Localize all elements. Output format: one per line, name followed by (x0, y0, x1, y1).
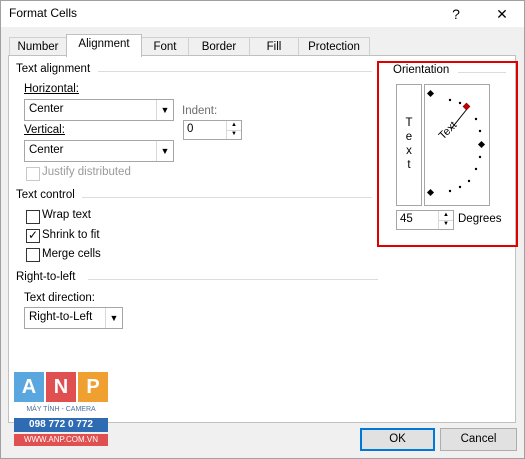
text-direction-value: Right-to-Left (29, 311, 93, 323)
orientation-heading: Orientation (393, 64, 450, 76)
checkmark-icon: ✓ (28, 228, 39, 242)
shrink-to-fit-checkbox[interactable]: ✓ (26, 228, 40, 243)
divider (82, 197, 372, 198)
tab-alignment[interactable]: Alignment (66, 34, 142, 57)
window-title: Format Cells (9, 6, 78, 20)
vertical-select[interactable]: Center ▼ (24, 140, 174, 162)
tab-protection[interactable]: Protection (298, 37, 370, 57)
dial-tick (458, 185, 462, 189)
chevron-down-icon: ▼ (105, 308, 122, 328)
text-alignment-heading: Text alignment (16, 63, 91, 75)
text-direction-select[interactable]: Right-to-Left ▼ (24, 307, 123, 329)
spin-down-icon[interactable]: ▼ (439, 220, 453, 229)
divider (88, 279, 378, 280)
degrees-spinner[interactable]: 45 ▲ ▼ (396, 210, 454, 230)
vertical-label: Vertical: (24, 124, 65, 136)
vertical-select-value: Center (29, 144, 64, 156)
vertical-text-button[interactable]: T e x t (396, 84, 422, 206)
justify-distributed-checkbox[interactable] (26, 167, 40, 181)
dial-tick (458, 101, 462, 105)
divider (458, 72, 506, 73)
dial-marker-top (426, 89, 435, 98)
anp-watermark-logo: A N P MÁY TÍNH - CAMERA 098 772 0 772 WW… (14, 372, 108, 448)
tab-number[interactable]: Number (9, 37, 67, 57)
chevron-down-icon: ▼ (156, 141, 173, 161)
merge-cells-checkbox[interactable] (26, 248, 40, 262)
indent-spinner[interactable]: 0 ▲ ▼ (183, 120, 242, 140)
orientation-dial-graphic: Text (426, 89, 486, 197)
logo-website: WWW.ANP.COM.VN (14, 434, 108, 446)
justify-distributed-label: Justify distributed (42, 166, 131, 178)
horizontal-select[interactable]: Center ▼ (24, 99, 174, 121)
dial-tick (474, 167, 478, 171)
horizontal-select-value: Center (29, 103, 64, 115)
logo-letter: N (46, 372, 76, 402)
orientation-dial[interactable]: Text (424, 84, 490, 206)
dial-tick (474, 117, 478, 121)
vertical-text-char: T (405, 117, 413, 129)
horizontal-label: Horizontal: (24, 83, 79, 95)
vertical-text-char: e (405, 131, 413, 143)
dial-tick (478, 129, 482, 133)
logo-phone: 098 772 0 772 (14, 418, 108, 432)
degrees-value: 45 (400, 213, 413, 225)
help-button[interactable]: ? (445, 4, 467, 24)
cancel-button[interactable]: Cancel (440, 428, 517, 451)
tab-border[interactable]: Border (188, 37, 250, 57)
divider (98, 71, 372, 72)
dial-tick (448, 189, 452, 193)
dial-tick (467, 179, 471, 183)
right-to-left-heading: Right-to-left (16, 271, 76, 283)
indent-label: Indent: (182, 105, 218, 117)
wrap-text-label: Wrap text (42, 209, 91, 221)
text-control-heading: Text control (16, 189, 75, 201)
logo-letter: P (78, 372, 108, 402)
logo-tagline: MÁY TÍNH - CAMERA (26, 406, 96, 413)
merge-cells-label: Merge cells (42, 248, 101, 260)
spin-down-icon[interactable]: ▼ (227, 130, 241, 139)
dial-tick (448, 98, 452, 102)
vertical-text-char: x (406, 145, 412, 157)
wrap-text-checkbox[interactable] (26, 210, 40, 224)
tab-font[interactable]: Font (141, 37, 189, 57)
dial-marker-mid (477, 140, 486, 149)
degrees-label: Degrees (458, 213, 502, 225)
title-bar: Format Cells ? ✕ (1, 1, 524, 27)
tab-fill[interactable]: Fill (249, 37, 299, 57)
chevron-down-icon: ▼ (156, 100, 173, 120)
shrink-to-fit-label: Shrink to fit (42, 229, 100, 241)
close-button[interactable]: ✕ (491, 4, 513, 24)
dial-marker-bottom (426, 188, 435, 197)
indent-value: 0 (187, 123, 194, 135)
text-direction-label: Text direction: (24, 292, 95, 304)
dial-pointer-handle (462, 102, 471, 111)
vertical-text-char: t (407, 159, 411, 171)
ok-button[interactable]: OK (360, 428, 435, 451)
dial-tick (478, 155, 482, 159)
logo-letter: A (14, 372, 44, 402)
